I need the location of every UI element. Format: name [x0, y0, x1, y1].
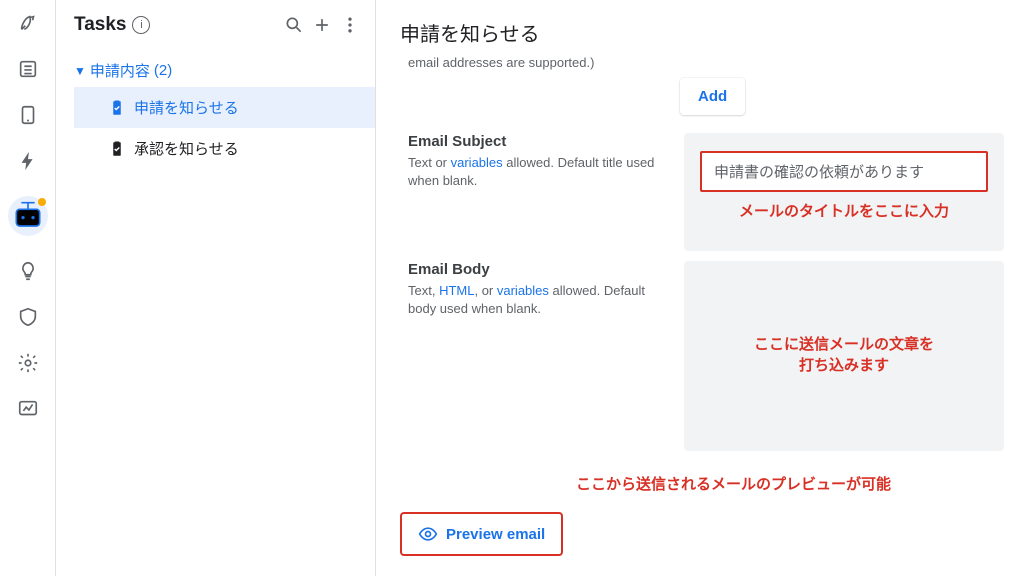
tablet-icon[interactable]	[17, 104, 39, 126]
email-body-input[interactable]: ここに送信メールの文章を打ち込みます	[684, 261, 1004, 451]
email-subject-input[interactable]	[700, 151, 988, 192]
email-subject-title: Email Subject	[408, 133, 660, 150]
email-body-desc: Text, HTML, or variables allowed. Defaul…	[408, 282, 660, 318]
tasks-panel: Tasks i ▼ 申請内容 (2) 申請を知らせる	[56, 0, 376, 576]
task-item-label: 承認を知らせる	[134, 138, 239, 159]
email-body-title: Email Body	[408, 261, 660, 278]
annotation-preview: ここから送信されるメールのプレビューが可能	[576, 473, 891, 494]
list-icon[interactable]	[17, 58, 39, 80]
email-subject-container: メールのタイトルをここに入力	[684, 133, 1004, 251]
eye-icon	[418, 524, 438, 544]
chevron-down-icon: ▼	[74, 64, 86, 78]
variables-link[interactable]: variables	[497, 283, 549, 298]
search-icon[interactable]	[283, 14, 305, 36]
html-link[interactable]: HTML	[439, 283, 474, 298]
gear-icon[interactable]	[17, 352, 39, 374]
lightbulb-icon[interactable]	[17, 260, 39, 282]
notification-dot	[38, 198, 46, 206]
annotation-body: ここに送信メールの文章を打ち込みます	[754, 333, 934, 375]
tasks-header: Tasks i	[56, 0, 375, 50]
task-group-header[interactable]: ▼ 申請内容 (2)	[74, 54, 375, 87]
annotation-subject: メールのタイトルをここに入力	[700, 200, 988, 221]
chart-icon[interactable]	[17, 398, 39, 420]
email-subject-desc: Text or variables allowed. Default title…	[408, 154, 660, 190]
add-icon[interactable]	[311, 14, 333, 36]
task-item-label: 申請を知らせる	[134, 97, 239, 118]
page-title: 申請を知らせる	[400, 18, 1004, 47]
email-body-row: Email Body Text, HTML, or variables allo…	[400, 261, 1004, 451]
task-group-label: 申請内容	[90, 60, 150, 81]
left-rail	[0, 0, 56, 576]
tasks-title: Tasks	[74, 14, 126, 36]
bolt-icon[interactable]	[17, 150, 39, 172]
variables-link[interactable]: variables	[451, 155, 503, 170]
email-supported-hint: email addresses are supported.)	[400, 55, 1004, 70]
more-icon[interactable]	[339, 14, 361, 36]
task-item-notify-approval[interactable]: 承認を知らせる	[74, 128, 375, 169]
clipboard-check-icon	[108, 140, 126, 158]
add-button[interactable]: Add	[680, 78, 745, 115]
info-icon[interactable]: i	[132, 16, 150, 34]
preview-email-button[interactable]: Preview email	[400, 512, 563, 556]
shield-icon[interactable]	[17, 306, 39, 328]
task-group-count: (2)	[154, 62, 172, 79]
rocket-icon[interactable]	[17, 12, 39, 34]
email-subject-row: Email Subject Text or variables allowed.…	[400, 133, 1004, 251]
task-item-notify-request[interactable]: 申請を知らせる	[74, 87, 375, 128]
main-content: 申請を知らせる email addresses are supported.) …	[376, 0, 1024, 576]
bot-icon[interactable]	[8, 196, 48, 236]
preview-email-label: Preview email	[446, 526, 545, 543]
clipboard-check-icon	[108, 99, 126, 117]
